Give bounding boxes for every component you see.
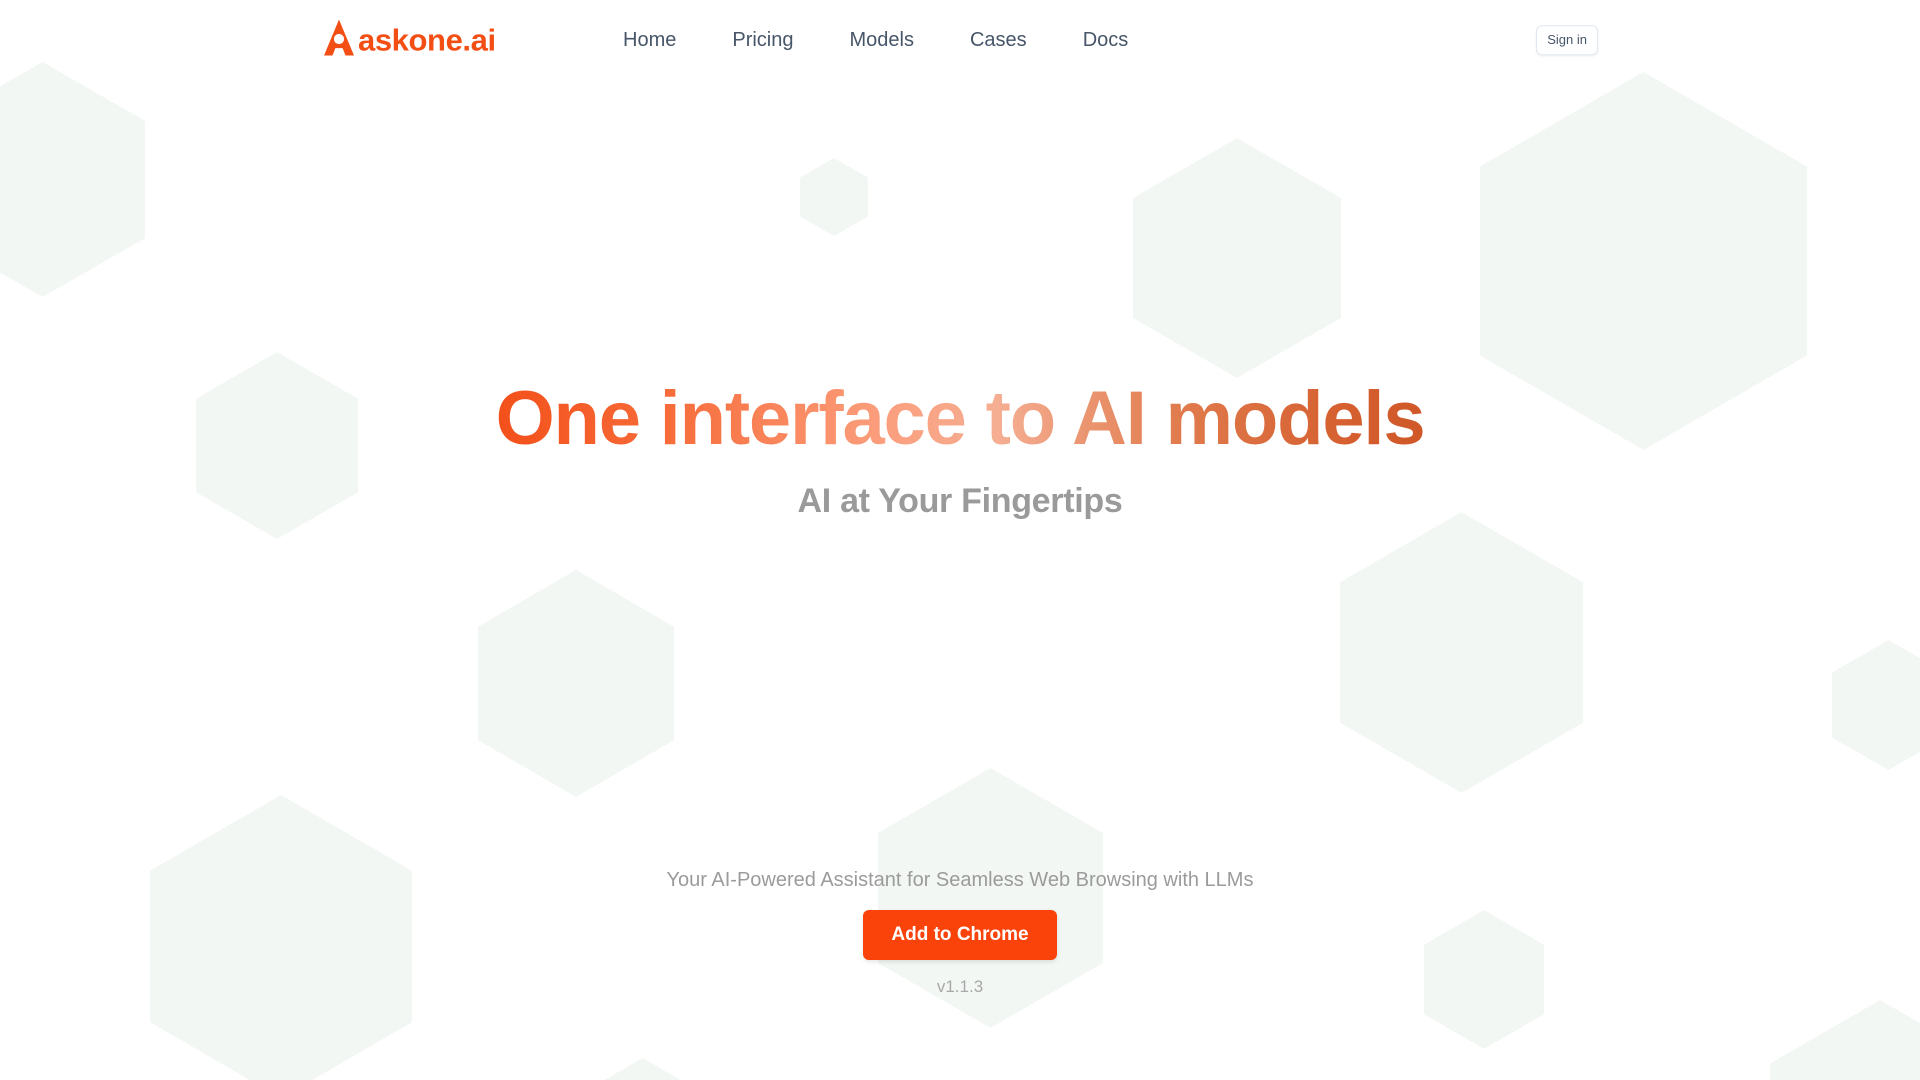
nav-item-docs[interactable]: Docs xyxy=(1055,30,1157,50)
brand-name: askone.ai xyxy=(358,22,496,58)
add-to-chrome-button[interactable]: Add to Chrome xyxy=(863,910,1057,961)
nav-item-home[interactable]: Home xyxy=(595,30,704,50)
nav-item-models[interactable]: Models xyxy=(822,30,942,50)
landing-page: askone.ai Home Pricing Models Cases Docs… xyxy=(0,0,1920,1080)
main-navigation: Home Pricing Models Cases Docs xyxy=(595,30,1156,50)
version-label: v1.1.3 xyxy=(936,977,984,997)
nav-item-pricing[interactable]: Pricing xyxy=(704,30,821,50)
brand-logo-link[interactable]: askone.ai xyxy=(322,19,496,62)
nav-item-cases[interactable]: Cases xyxy=(942,30,1055,50)
hero-headline: One interface to AI models xyxy=(495,376,1426,461)
hero-subheadline: AI at Your Fingertips xyxy=(797,482,1123,521)
site-header: askone.ai Home Pricing Models Cases Docs… xyxy=(0,0,1920,80)
sign-in-button[interactable]: Sign in xyxy=(1536,25,1598,55)
hero-section: One interface to AI models AI at Your Fi… xyxy=(0,0,1920,1080)
hero-tagline: Your AI-Powered Assistant for Seamless W… xyxy=(666,869,1254,892)
askone-a-logo-icon xyxy=(322,19,356,62)
